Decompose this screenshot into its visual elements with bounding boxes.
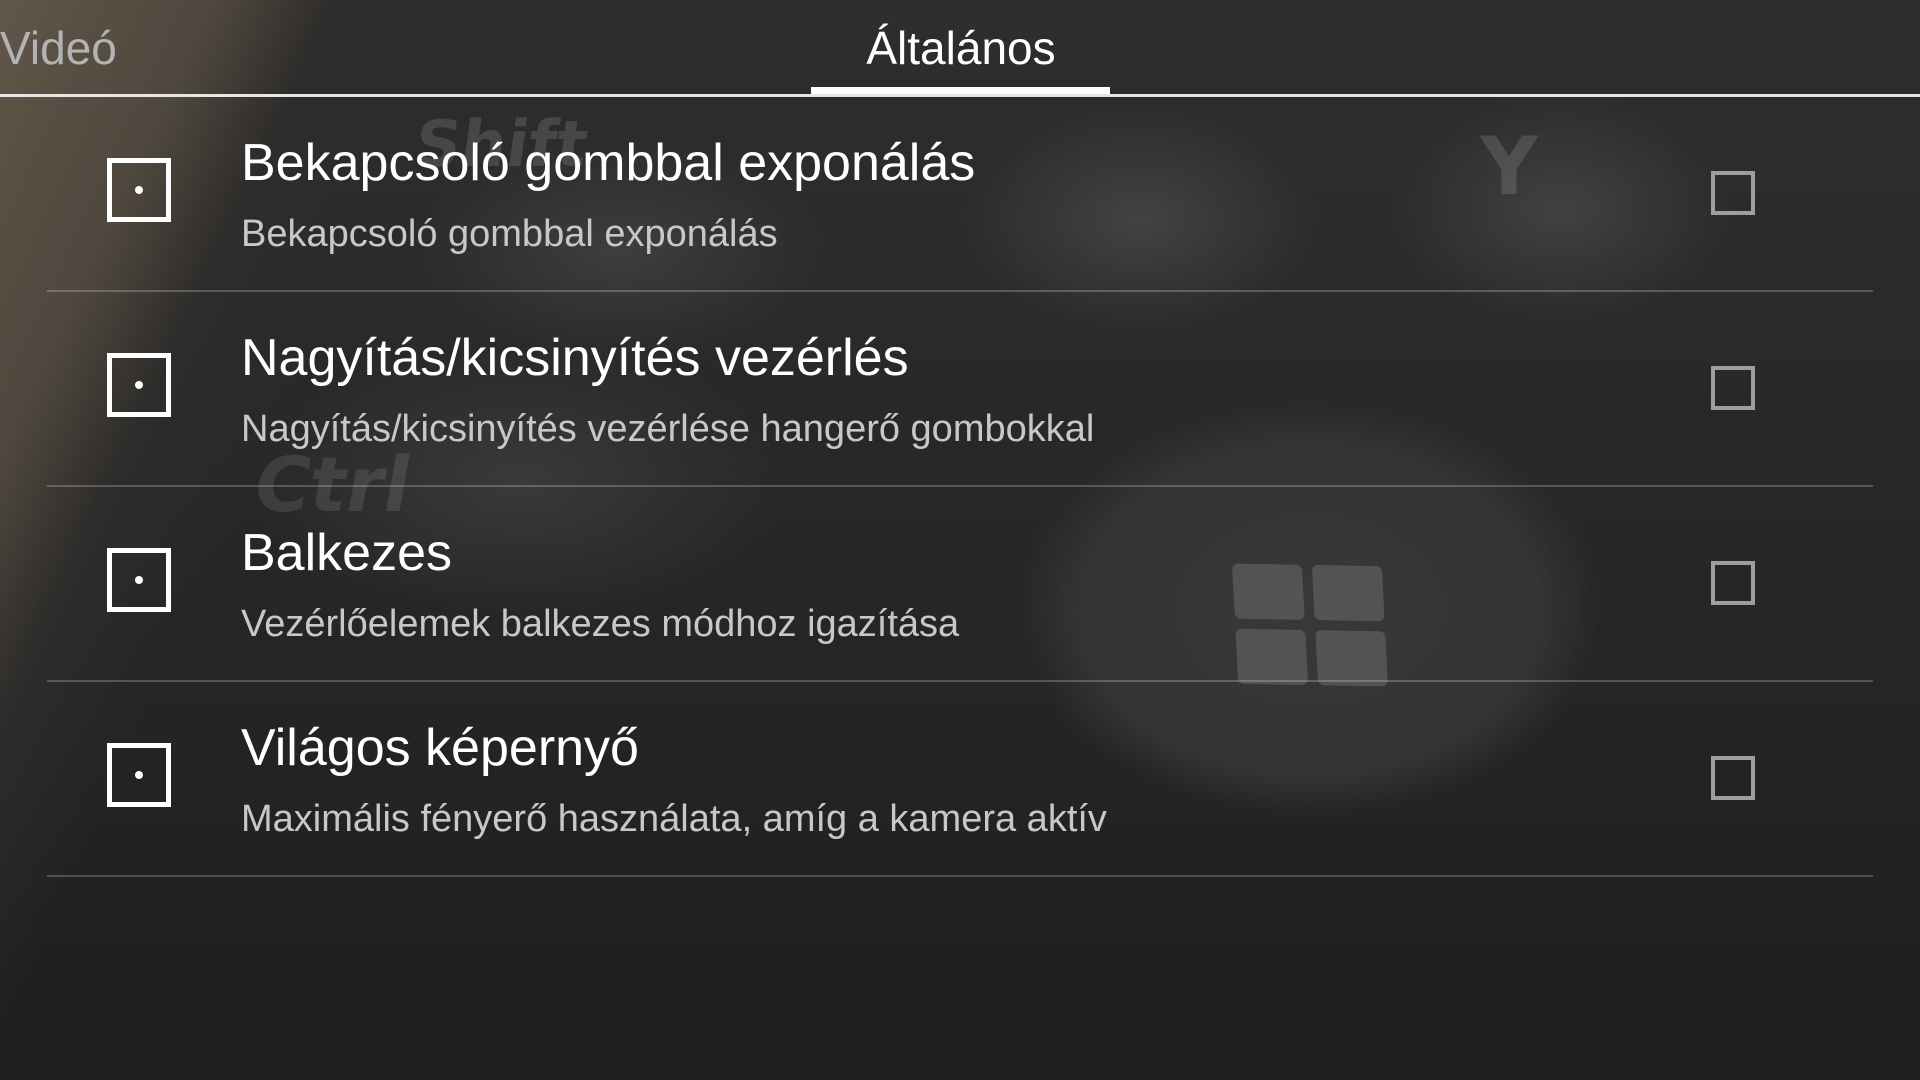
settings-list: Bekapcsoló gombbal exponálás Bekapcsoló … [47,97,1873,877]
tab-video[interactable]: Videó [0,18,117,78]
setting-title: Balkezes [241,524,452,582]
setting-row-bright-screen[interactable]: Világos képernyő Maximális fényerő haszn… [47,682,1873,877]
setting-checkbox[interactable] [1711,366,1755,410]
camera-settings-screen: Shift Ctrl Y Videó Általános Bekapcsoló … [0,0,1920,1080]
setting-subtitle: Vezérlőelemek balkezes módhoz igazítása [241,603,960,645]
setting-row-power-button-shutter[interactable]: Bekapcsoló gombbal exponálás Bekapcsoló … [47,97,1873,292]
setting-subtitle: Maximális fényerő használata, amíg a kam… [241,798,1107,840]
setting-square-dot-icon [107,548,171,612]
setting-square-dot-icon [107,158,171,222]
settings-tab-bar: Videó Általános [0,0,1920,97]
setting-square-dot-icon [107,743,171,807]
setting-title: Bekapcsoló gombbal exponálás [241,134,976,192]
setting-row-zoom-control[interactable]: Nagyítás/kicsinyítés vezérlés Nagyítás/k… [47,292,1873,487]
setting-subtitle: Bekapcsoló gombbal exponálás [241,213,778,255]
setting-square-dot-icon [107,353,171,417]
setting-checkbox[interactable] [1711,561,1755,605]
setting-checkbox[interactable] [1711,171,1755,215]
tab-general[interactable]: Általános [811,18,1111,78]
setting-checkbox[interactable] [1711,756,1755,800]
setting-row-left-handed[interactable]: Balkezes Vezérlőelemek balkezes módhoz i… [47,487,1873,682]
setting-subtitle: Nagyítás/kicsinyítés vezérlése hangerő g… [241,408,1095,450]
setting-title: Világos képernyő [241,719,639,777]
setting-title: Nagyítás/kicsinyítés vezérlés [241,329,909,387]
